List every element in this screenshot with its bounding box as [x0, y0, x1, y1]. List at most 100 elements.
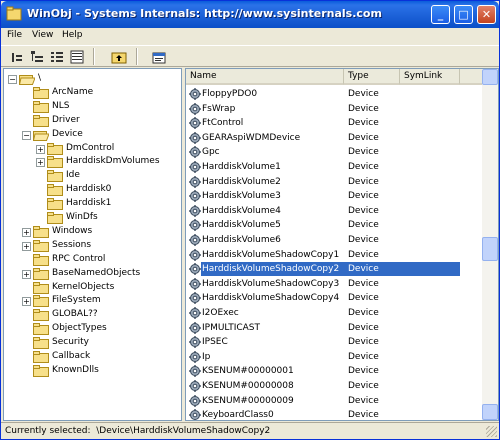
- list-row[interactable]: KSENUM#00000001 Device: [186, 364, 481, 379]
- list-row[interactable]: HarddiskVolumeShadowCopy3 Device: [186, 277, 481, 292]
- device-icon: [189, 292, 201, 305]
- tree-item[interactable]: ArcName: [4, 86, 181, 100]
- tree-item[interactable]: + FileSystem: [4, 294, 181, 308]
- maximize-button[interactable]: □: [454, 5, 473, 24]
- folder-icon: [33, 239, 49, 252]
- list-row[interactable]: HarddiskVolume4 Device: [186, 204, 481, 219]
- tree-item[interactable]: NLS: [4, 100, 181, 114]
- tree-item[interactable]: Harddisk1: [4, 197, 181, 211]
- open-icon[interactable]: [9, 49, 25, 65]
- list-row[interactable]: FloppyPDO0 Device: [186, 87, 481, 102]
- up-folder-icon[interactable]: [111, 49, 127, 65]
- properties-icon[interactable]: [151, 49, 167, 65]
- collapse-icon[interactable]: −: [8, 75, 17, 84]
- list-row[interactable]: FsWrap Device: [186, 102, 481, 117]
- menu-help[interactable]: Help: [62, 30, 83, 40]
- collapse-icon[interactable]: −: [22, 130, 31, 140]
- folder-icon: [47, 156, 63, 169]
- scroll-up-button[interactable]: [482, 69, 498, 85]
- row-name: Gpc: [202, 147, 220, 158]
- tree-item[interactable]: + BaseNamedObjects: [4, 267, 181, 281]
- row-name: HarddiskVolumeShadowCopy3: [202, 278, 340, 289]
- tree-item[interactable]: − \: [4, 72, 181, 86]
- scroll-thumb[interactable]: [482, 237, 498, 261]
- list-row[interactable]: HarddiskVolumeShadowCopy1 Device: [186, 248, 481, 263]
- tree-item[interactable]: Ide: [4, 169, 181, 183]
- status-caption: Currently selected:: [5, 426, 91, 436]
- expand-icon[interactable]: +: [22, 269, 31, 279]
- close-button[interactable]: ✕: [477, 5, 496, 24]
- list-row[interactable]: HarddiskVolume2 Device: [186, 175, 481, 190]
- title-bar[interactable]: WinObj - Systems Internals: http://www.s…: [1, 1, 499, 28]
- tree-item[interactable]: + Sessions: [4, 239, 181, 253]
- row-type: Device: [348, 220, 379, 231]
- tree-item[interactable]: − Device: [4, 128, 181, 142]
- column-type[interactable]: Type: [344, 69, 400, 85]
- tree-item[interactable]: WinDfs: [4, 211, 181, 225]
- expand-icon[interactable]: +: [22, 297, 31, 307]
- tree-item[interactable]: GLOBAL??: [4, 308, 181, 322]
- list-row[interactable]: GEARAspiWDMDevice Device: [186, 131, 481, 146]
- row-type: Device: [348, 308, 379, 318]
- menu-bar: File View Help: [1, 28, 499, 45]
- tree-item-label: WinDfs: [66, 212, 98, 222]
- tree-item[interactable]: Callback: [4, 350, 181, 364]
- window-title: WinObj - Systems Internals: http://www.s…: [27, 7, 382, 20]
- column-symlink[interactable]: SymLink: [400, 69, 460, 85]
- list-row[interactable]: Ip Device: [186, 350, 481, 365]
- object-list[interactable]: Name Type SymLink FloppyPDO0 Device FsWrap…: [185, 68, 499, 421]
- tree-item[interactable]: KernelObjects: [4, 281, 181, 295]
- object-tree[interactable]: − \ ArcName NLS Driver − Device + DmControl + Hard…: [3, 68, 182, 421]
- resize-grip[interactable]: [486, 426, 497, 437]
- list-row[interactable]: IPSEC Device: [186, 335, 481, 350]
- tree-item[interactable]: Harddisk0: [4, 183, 181, 197]
- column-name[interactable]: Name: [186, 69, 344, 85]
- vertical-scrollbar[interactable]: [482, 69, 498, 420]
- device-icon: [189, 131, 201, 144]
- minimize-button[interactable]: _: [431, 5, 450, 24]
- list-row[interactable]: IPMULTICAST Device: [186, 321, 481, 336]
- tree-item[interactable]: ObjectTypes: [4, 322, 181, 336]
- tree-item-label: HarddiskDmVolumes: [66, 156, 160, 167]
- list-row[interactable]: HarddiskVolume3 Device: [186, 189, 481, 204]
- folder-icon: [33, 86, 49, 99]
- row-name: HarddiskVolume1: [202, 162, 281, 172]
- expand-icon[interactable]: +: [22, 227, 31, 237]
- scroll-down-button[interactable]: [482, 404, 498, 420]
- tree-item[interactable]: Driver: [4, 114, 181, 128]
- expand-icon[interactable]: +: [36, 158, 45, 168]
- menu-file[interactable]: File: [7, 30, 22, 40]
- list-row[interactable]: HarddiskVolume6 Device: [186, 233, 481, 248]
- list-row[interactable]: I2OExec Device: [186, 306, 481, 321]
- list-view-icon[interactable]: [49, 49, 65, 65]
- list-row[interactable]: Gpc Device: [186, 145, 481, 160]
- list-row[interactable]: HarddiskVolume5 Device: [186, 218, 481, 233]
- tree-item[interactable]: + HarddiskDmVolumes: [4, 155, 181, 169]
- tree-item[interactable]: KnownDlls: [4, 364, 181, 378]
- folder-icon: [33, 114, 49, 127]
- list-row[interactable]: FtControl Device: [186, 116, 481, 131]
- expand-icon[interactable]: +: [22, 241, 31, 251]
- expand-icon[interactable]: +: [36, 144, 45, 154]
- details-view-icon[interactable]: [69, 49, 85, 65]
- list-row[interactable]: KSENUM#00000009 Device: [186, 394, 481, 409]
- tree-item[interactable]: Security: [4, 336, 181, 350]
- tree-item[interactable]: + DmControl: [4, 142, 181, 156]
- list-row[interactable]: HarddiskVolumeShadowCopy4 Device: [186, 291, 481, 306]
- tree-item[interactable]: RPC Control: [4, 253, 181, 267]
- menu-view[interactable]: View: [32, 30, 53, 40]
- device-icon: [189, 102, 201, 115]
- row-type: Device: [348, 395, 379, 406]
- folder-icon: [32, 129, 50, 141]
- row-type: Device: [348, 147, 379, 158]
- list-row[interactable]: KSENUM#00000008 Device: [186, 379, 481, 394]
- folder-icon: [33, 253, 49, 266]
- winobj-window: WinObj - Systems Internals: http://www.s…: [0, 0, 500, 440]
- tree-view-icon[interactable]: [29, 49, 45, 65]
- row-type: Device: [348, 410, 379, 421]
- row-name: GEARAspiWDMDevice: [202, 132, 301, 143]
- list-row[interactable]: HarddiskVolume1 Device: [186, 160, 481, 175]
- list-row-selected[interactable]: HarddiskVolumeShadowCopy2 Device: [186, 262, 481, 277]
- tree-item[interactable]: + Windows: [4, 225, 181, 239]
- list-row[interactable]: KeyboardClass0 Device: [186, 408, 481, 421]
